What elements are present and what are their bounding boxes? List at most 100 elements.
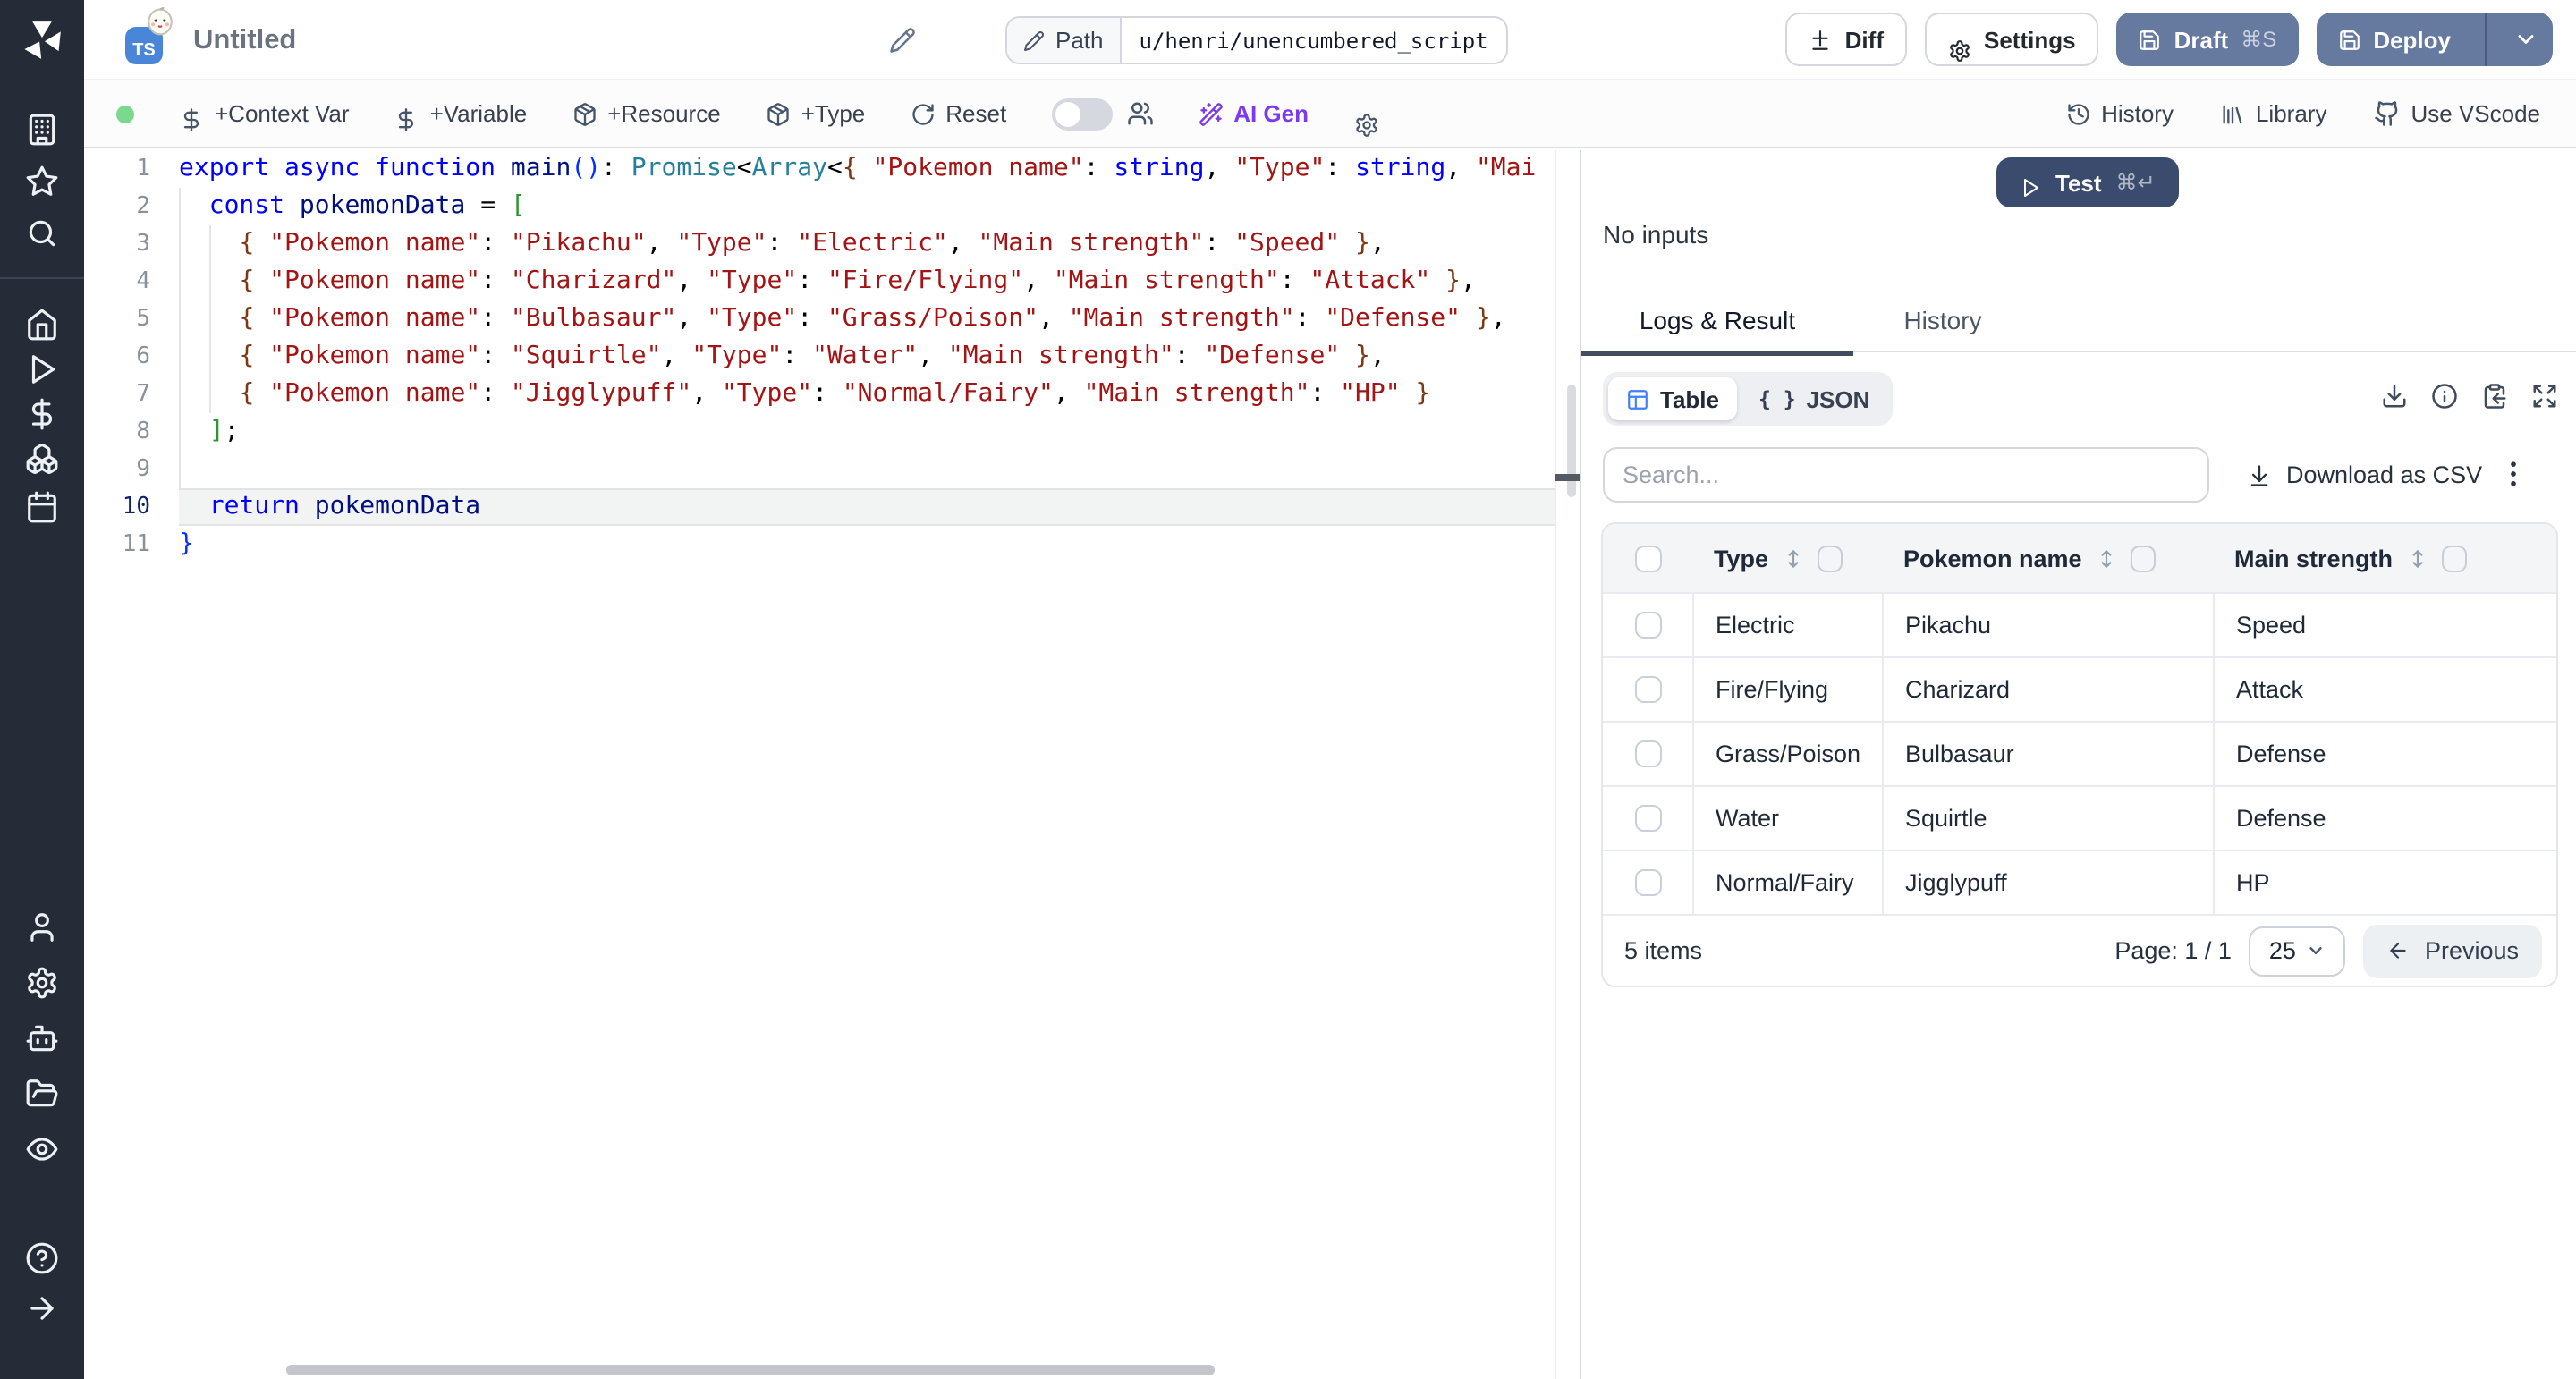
code-line-9[interactable]: 9 [84, 451, 1580, 488]
code-line-4[interactable]: 4 { "Pokemon name": "Charizard", "Type":… [84, 263, 1580, 300]
library-button[interactable]: Library [2220, 100, 2327, 127]
column-option-box[interactable] [1817, 545, 1842, 571]
library-icon [2220, 101, 2245, 126]
expand-icon[interactable] [2531, 383, 2558, 410]
view-table-button[interactable]: Table [1608, 377, 1737, 420]
code-line-2[interactable]: 2 const pokemonData = [ [84, 188, 1580, 225]
table-row[interactable]: ElectricPikachuSpeed [1603, 592, 2556, 656]
boxes-icon[interactable] [25, 442, 59, 476]
info-icon[interactable] [2431, 383, 2458, 410]
edit-summary-pencil-icon[interactable] [889, 27, 916, 54]
building-icon[interactable] [25, 113, 59, 147]
help-icon[interactable] [25, 1241, 59, 1275]
user-icon[interactable] [25, 910, 59, 944]
more-options-button[interactable] [2496, 456, 2531, 492]
column-header-type[interactable]: Type [1692, 524, 1882, 592]
dollar-icon[interactable] [25, 397, 59, 431]
horizontal-scrollbar[interactable] [286, 1365, 1215, 1375]
select-all-checkbox[interactable] [1634, 545, 1661, 571]
previous-page-button[interactable]: Previous [2364, 924, 2542, 977]
use-vscode-label: Use VScode [2411, 100, 2540, 127]
table-cell: Squirtle [1882, 787, 2213, 850]
line-number: 7 [84, 376, 150, 413]
gear-icon[interactable] [25, 966, 59, 1000]
path-label-section: Path [1007, 18, 1122, 63]
line-content: ]; [179, 413, 239, 451]
draft-button-label: Draft [2174, 26, 2229, 53]
bot-icon[interactable] [25, 1021, 59, 1055]
deploy-button-label: Deploy [2373, 26, 2451, 53]
row-checkbox[interactable] [1634, 805, 1661, 832]
line-content: { "Pokemon name": "Pikachu", "Type": "El… [179, 225, 1385, 263]
row-checkbox-cell [1603, 676, 1692, 703]
row-checkbox[interactable] [1634, 740, 1661, 767]
sort-icon[interactable] [2095, 546, 2118, 570]
column-header-pokemon-name[interactable]: Pokemon name [1882, 524, 2213, 592]
table-row[interactable]: Grass/PoisonBulbasaurDefense [1603, 721, 2556, 785]
line-content: } [179, 526, 194, 563]
script-path-widget[interactable]: Path u/henri/unencumbered_script [1005, 16, 1508, 64]
code-line-3[interactable]: 3 { "Pokemon name": "Pikachu", "Type": "… [84, 225, 1580, 263]
code-line-6[interactable]: 6 { "Pokemon name": "Squirtle", "Type": … [84, 338, 1580, 376]
column-option-box[interactable] [2441, 545, 2466, 571]
line-content: return pokemonData [179, 488, 480, 526]
windmill-logo-icon[interactable] [20, 18, 64, 63]
page-size-select[interactable]: 25 [2250, 926, 2346, 976]
sort-icon[interactable] [1781, 546, 1804, 570]
table-row[interactable]: Normal/FairyJigglypuffHP [1603, 850, 2556, 914]
table-row[interactable]: Fire/FlyingCharizardAttack [1603, 656, 2556, 721]
editor-settings-button[interactable] [1353, 90, 1378, 137]
row-checkbox[interactable] [1634, 869, 1661, 896]
add-variable-label: +Variable [430, 100, 528, 127]
calendar-icon[interactable] [25, 490, 59, 524]
row-checkbox[interactable] [1634, 612, 1661, 639]
baby-face-icon [145, 5, 175, 36]
view-json-button[interactable]: { } JSON [1741, 377, 1887, 420]
overview-ruler-cursor-marker [1555, 474, 1580, 481]
code-line-1[interactable]: 1export async function main(): Promise<A… [84, 150, 1580, 188]
tab-history[interactable]: History [1853, 288, 2032, 352]
row-checkbox[interactable] [1634, 676, 1661, 703]
reset-button[interactable]: Reset [910, 100, 1006, 127]
play-icon[interactable] [25, 352, 59, 386]
deploy-dropdown-button[interactable] [2499, 13, 2553, 66]
test-button[interactable]: Test ⌘↵ [1996, 157, 2179, 207]
code-line-7[interactable]: 7 { "Pokemon name": "Jigglypuff", "Type"… [84, 376, 1580, 413]
dollar-icon [179, 106, 204, 131]
code-editor[interactable]: 1export async function main(): Promise<A… [84, 150, 1580, 1379]
history-button[interactable]: History [2065, 100, 2174, 127]
deploy-button[interactable]: Deploy [2316, 13, 2553, 66]
arrow-right-icon[interactable] [25, 1291, 59, 1325]
collab-toggle[interactable] [1051, 97, 1112, 130]
code-line-10[interactable]: 10 return pokemonData [84, 488, 1580, 526]
star-icon[interactable] [25, 165, 59, 199]
diff-button[interactable]: Diff [1786, 13, 1907, 66]
sort-icon[interactable] [2405, 546, 2428, 570]
use-vscode-button[interactable]: Use VScode [2373, 100, 2540, 127]
draft-button[interactable]: Draft ⌘S [2117, 13, 2299, 66]
search-input[interactable] [1603, 447, 2209, 503]
add-resource-button[interactable]: +Resource [572, 100, 720, 127]
draft-shortcut: ⌘S [2241, 27, 2276, 52]
folder-open-icon[interactable] [25, 1077, 59, 1111]
eye-icon[interactable] [25, 1132, 59, 1166]
add-context-var-button[interactable]: +Context Var [179, 96, 350, 131]
add-type-button[interactable]: +Type [766, 100, 866, 127]
code-line-5[interactable]: 5 { "Pokemon name": "Bulbasaur", "Type":… [84, 300, 1580, 338]
reset-label: Reset [945, 100, 1006, 127]
download-icon[interactable] [2381, 383, 2408, 410]
download-csv-button[interactable]: Download as CSV [2247, 447, 2482, 503]
code-line-8[interactable]: 8 ]; [84, 413, 1580, 451]
ai-gen-button[interactable]: AI Gen [1198, 100, 1309, 127]
code-line-11[interactable]: 11} [84, 526, 1580, 563]
column-header-main-strength[interactable]: Main strength [2213, 524, 2556, 592]
settings-button[interactable]: Settings [1925, 13, 2099, 66]
home-icon[interactable] [25, 308, 59, 342]
table-row[interactable]: WaterSquirtleDefense [1603, 785, 2556, 850]
clipboard-paste-icon[interactable] [2481, 383, 2508, 410]
search-icon[interactable] [25, 216, 59, 250]
tab-logs-result[interactable]: Logs & Result [1581, 288, 1853, 352]
column-option-box[interactable] [2131, 545, 2156, 571]
add-variable-button[interactable]: +Variable [394, 96, 528, 131]
script-path-value[interactable]: u/henri/unencumbered_script [1122, 18, 1506, 63]
